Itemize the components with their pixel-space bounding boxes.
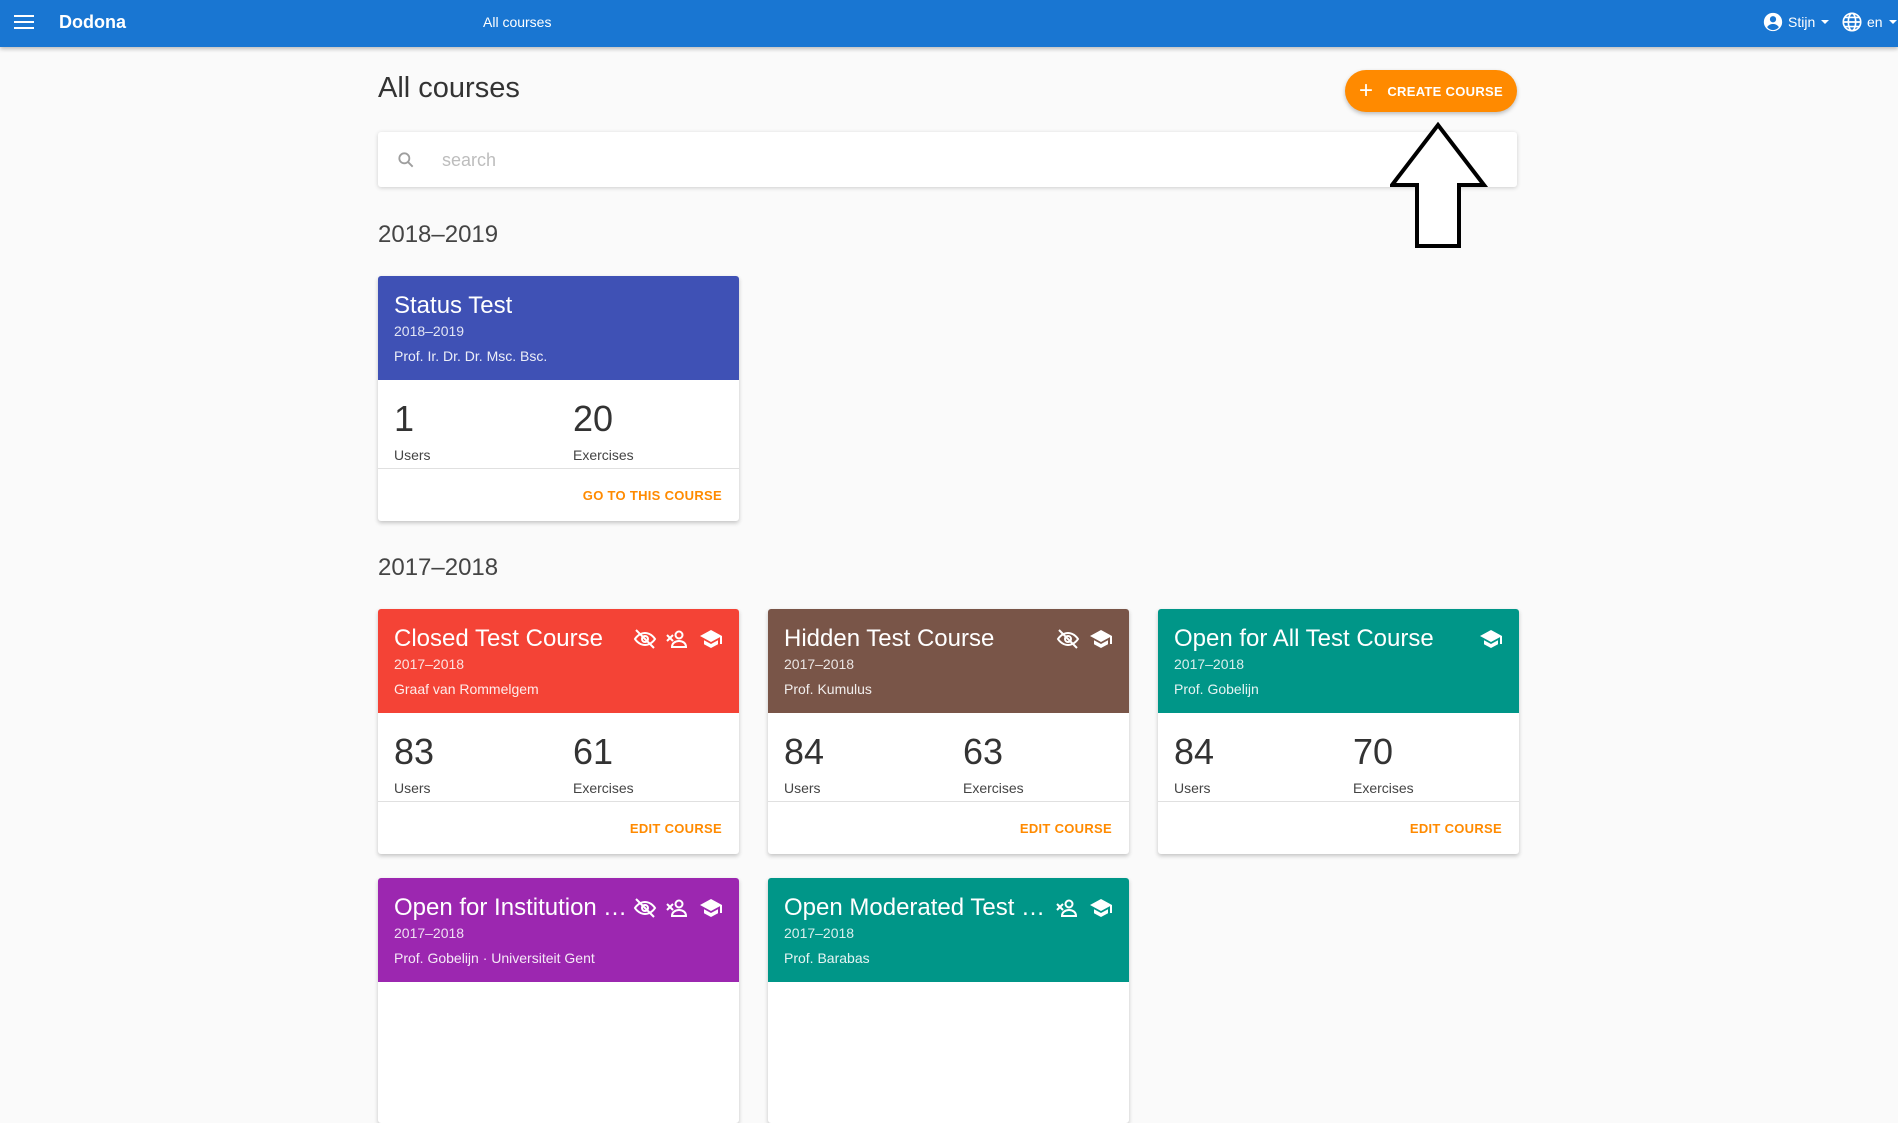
exercises-label: Exercises	[573, 447, 634, 463]
users-label: Users	[394, 447, 431, 463]
course-title[interactable]: Open for Institution T...	[394, 894, 634, 922]
eye-off-icon	[633, 629, 657, 649]
chevron-down-icon	[1821, 20, 1830, 24]
course-card: Open for All Test Course 2017–2018 Prof.…	[1158, 609, 1519, 854]
account-circle-icon	[1763, 12, 1783, 32]
users-stat: 1 Users	[394, 398, 431, 464]
card-header[interactable]: Open for Institution T... 2017–2018 Prof…	[378, 878, 739, 982]
divider	[1158, 801, 1519, 802]
year-heading: 2017–2018	[378, 554, 499, 581]
course-card: Status Test 2018–2019 Prof. Ir. Dr. Dr. …	[378, 276, 739, 521]
top-app-bar: Dodona All courses Stijn en	[0, 0, 1898, 47]
course-title[interactable]: Hidden Test Course	[784, 625, 994, 653]
exercises-count: 20	[573, 398, 614, 439]
user-name: Stijn	[1788, 14, 1816, 30]
exercises-stat: 20 Exercises	[573, 398, 634, 464]
language-code: en	[1867, 14, 1883, 30]
users-label: Users	[394, 780, 431, 796]
user-menu[interactable]: Stijn	[1762, 11, 1830, 33]
users-count: 1	[394, 398, 415, 439]
course-teacher: Prof. Ir. Dr. Dr. Msc. Bsc.	[394, 348, 548, 364]
exercises-label: Exercises	[573, 780, 634, 796]
app-title[interactable]: Dodona	[59, 12, 126, 33]
chevron-down-icon	[1888, 20, 1897, 24]
course-card: Hidden Test Course 2017–2018 Prof. Kumul…	[768, 609, 1129, 854]
course-teacher: Prof. Barabas	[784, 950, 870, 966]
exercises-label: Exercises	[963, 780, 1024, 796]
course-title[interactable]: Open for All Test Course	[1174, 625, 1434, 653]
users-count: 83	[394, 731, 435, 772]
edit-course-button[interactable]: EDIT COURSE	[1020, 821, 1112, 836]
graduation-cap-icon	[1090, 630, 1112, 648]
exercises-count: 70	[1353, 731, 1394, 772]
exercises-count: 63	[963, 731, 1004, 772]
eye-off-icon	[1056, 629, 1080, 649]
search-input[interactable]	[440, 132, 1494, 189]
page-title: All courses	[378, 72, 520, 104]
breadcrumb: All courses	[483, 14, 552, 30]
course-year: 2017–2018	[394, 656, 465, 672]
course-teacher: Prof. Gobelijn	[1174, 681, 1259, 697]
users-count: 84	[784, 731, 825, 772]
exercises-stat: 70 Exercises	[1353, 731, 1414, 797]
users-label: Users	[784, 780, 821, 796]
card-header[interactable]: Open for All Test Course 2017–2018 Prof.…	[1158, 609, 1519, 713]
course-card: Open Moderated Test C... 2017–2018 Prof.…	[768, 878, 1129, 1123]
course-year: 2017–2018	[1174, 656, 1245, 672]
search-icon	[398, 152, 414, 168]
card-header[interactable]: Open Moderated Test C... 2017–2018 Prof.…	[768, 878, 1129, 982]
users-stat: 83 Users	[394, 731, 435, 797]
person-remove-icon	[666, 630, 688, 648]
search-bar	[378, 132, 1517, 189]
exercises-label: Exercises	[1353, 780, 1414, 796]
divider	[378, 468, 739, 469]
course-title[interactable]: Open Moderated Test C...	[784, 894, 1054, 922]
course-year: 2018–2019	[394, 323, 465, 339]
course-year: 2017–2018	[394, 925, 465, 941]
course-card: Closed Test Course 2017–2018 Graaf van R…	[378, 609, 739, 854]
users-count: 84	[1174, 731, 1215, 772]
course-title[interactable]: Closed Test Course	[394, 625, 603, 653]
up-arrow-annotation-icon	[1390, 121, 1489, 248]
divider	[378, 801, 739, 802]
year-heading: 2018–2019	[378, 221, 499, 248]
graduation-cap-icon	[1090, 899, 1112, 917]
create-course-label: CREATE COURSE	[1387, 83, 1503, 99]
exercises-stat: 61 Exercises	[573, 731, 634, 797]
hamburger-menu-icon[interactable]	[12, 10, 36, 34]
create-course-button[interactable]: + CREATE COURSE	[1345, 70, 1517, 112]
course-year: 2017–2018	[784, 925, 855, 941]
globe-icon	[1842, 12, 1862, 32]
users-label: Users	[1174, 780, 1211, 796]
card-header[interactable]: Hidden Test Course 2017–2018 Prof. Kumul…	[768, 609, 1129, 713]
go-to-course-button[interactable]: GO TO THIS COURSE	[583, 488, 722, 503]
edit-course-button[interactable]: EDIT COURSE	[1410, 821, 1502, 836]
graduation-cap-icon	[1480, 630, 1502, 648]
course-title[interactable]: Status Test	[394, 292, 512, 320]
course-teacher: Prof. Gobelijn · Universiteit Gent	[394, 950, 595, 966]
person-remove-icon	[666, 899, 688, 917]
divider	[768, 801, 1129, 802]
course-teacher: Prof. Kumulus	[784, 681, 872, 697]
eye-off-icon	[633, 898, 657, 918]
exercises-count: 61	[573, 731, 614, 772]
graduation-cap-icon	[700, 630, 722, 648]
course-year: 2017–2018	[784, 656, 855, 672]
graduation-cap-icon	[700, 899, 722, 917]
card-header[interactable]: Closed Test Course 2017–2018 Graaf van R…	[378, 609, 739, 713]
course-teacher: Graaf van Rommelgem	[394, 681, 539, 697]
edit-course-button[interactable]: EDIT COURSE	[630, 821, 722, 836]
plus-icon: +	[1359, 77, 1374, 104]
card-header[interactable]: Status Test 2018–2019 Prof. Ir. Dr. Dr. …	[378, 276, 739, 380]
person-remove-icon	[1056, 899, 1078, 917]
users-stat: 84 Users	[1174, 731, 1215, 797]
language-menu[interactable]: en	[1841, 11, 1897, 33]
users-stat: 84 Users	[784, 731, 825, 797]
course-card: Open for Institution T... 2017–2018 Prof…	[378, 878, 739, 1123]
exercises-stat: 63 Exercises	[963, 731, 1024, 797]
